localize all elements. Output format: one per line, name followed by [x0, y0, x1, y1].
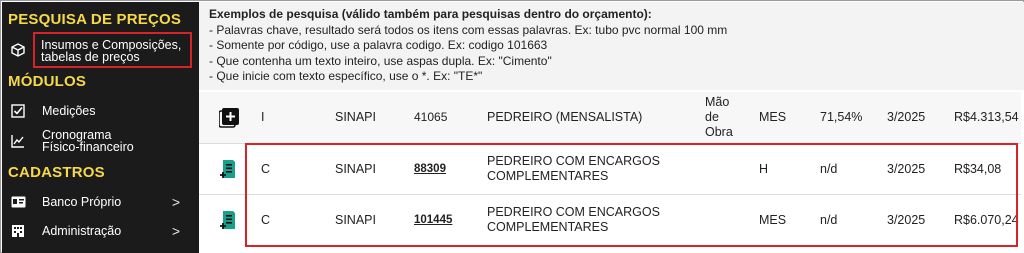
chevron-right-icon: > [171, 223, 180, 239]
row-date: 3/2025 [887, 110, 926, 124]
composition-add-icon[interactable] [220, 144, 236, 194]
composition-add-icon[interactable] [220, 195, 236, 245]
hint-title: Exemplos de pesquisa (válido também para… [209, 7, 652, 21]
id-card-icon [8, 194, 28, 210]
sidebar-item-label: Medições [42, 104, 96, 118]
hint-line: - Que contenha um texto inteiro, use asp… [209, 53, 552, 68]
row-source: SINAPI [335, 110, 376, 124]
results-panel: Exemplos de pesquisa (válido também para… [199, 2, 1024, 253]
building-icon [8, 223, 28, 239]
sidebar-item-label: Banco Próprio [42, 195, 122, 209]
section-title-pesquisa: PESQUISA DE PREÇOS [8, 11, 182, 28]
row-percent: 71,54% [820, 110, 863, 124]
row-class: Mão de Obra [705, 95, 733, 139]
highlight-compositions [245, 143, 1018, 247]
section-title-cadastros: CADASTROS [8, 164, 105, 181]
row-price: R$4.313,54 [954, 110, 1019, 124]
sidebar-item-label: Cronograma Físico-financeiro [42, 128, 134, 154]
sidebar-item-medicoes[interactable]: Medições [8, 103, 194, 119]
row-unit: MES [759, 110, 787, 124]
hint-line: - Somente por código, use a palavra codi… [209, 38, 548, 52]
search-hint: Exemplos de pesquisa (válido também para… [199, 2, 1024, 90]
chart-line-icon [8, 133, 28, 149]
sidebar-item-banco[interactable]: Banco Próprio > [8, 194, 194, 210]
section-title-modulos: MÓDULOS [8, 73, 87, 90]
cube-icon [8, 42, 28, 58]
chevron-right-icon: > [171, 194, 180, 210]
sidebar: PESQUISA DE PREÇOS Insumos e Composições… [2, 2, 199, 253]
add-icon[interactable] [219, 92, 239, 143]
row-description: PEDREIRO (MENSALISTA) [487, 110, 643, 124]
app-window: PESQUISA DE PREÇOS Insumos e Composições… [0, 0, 1024, 253]
row-code: 41065 [414, 110, 448, 124]
sidebar-item-administracao[interactable]: Administração > [8, 223, 194, 239]
checkbox-icon [8, 103, 28, 119]
hint-line: - Palavras chave, resultado será todos o… [209, 22, 728, 37]
row-type: I [261, 110, 265, 124]
sidebar-item-cronograma[interactable]: Cronograma Físico-financeiro [8, 129, 194, 153]
hint-line: - Que inicie com texto específico, use o… [209, 69, 483, 83]
sidebar-item-label: Administração [42, 224, 122, 238]
table-row[interactable]: I SINAPI 41065 PEDREIRO (MENSALISTA) Mão… [199, 92, 1021, 143]
sidebar-item-insumos-label[interactable]: Insumos e Composições, tabelas de preços [41, 39, 191, 64]
